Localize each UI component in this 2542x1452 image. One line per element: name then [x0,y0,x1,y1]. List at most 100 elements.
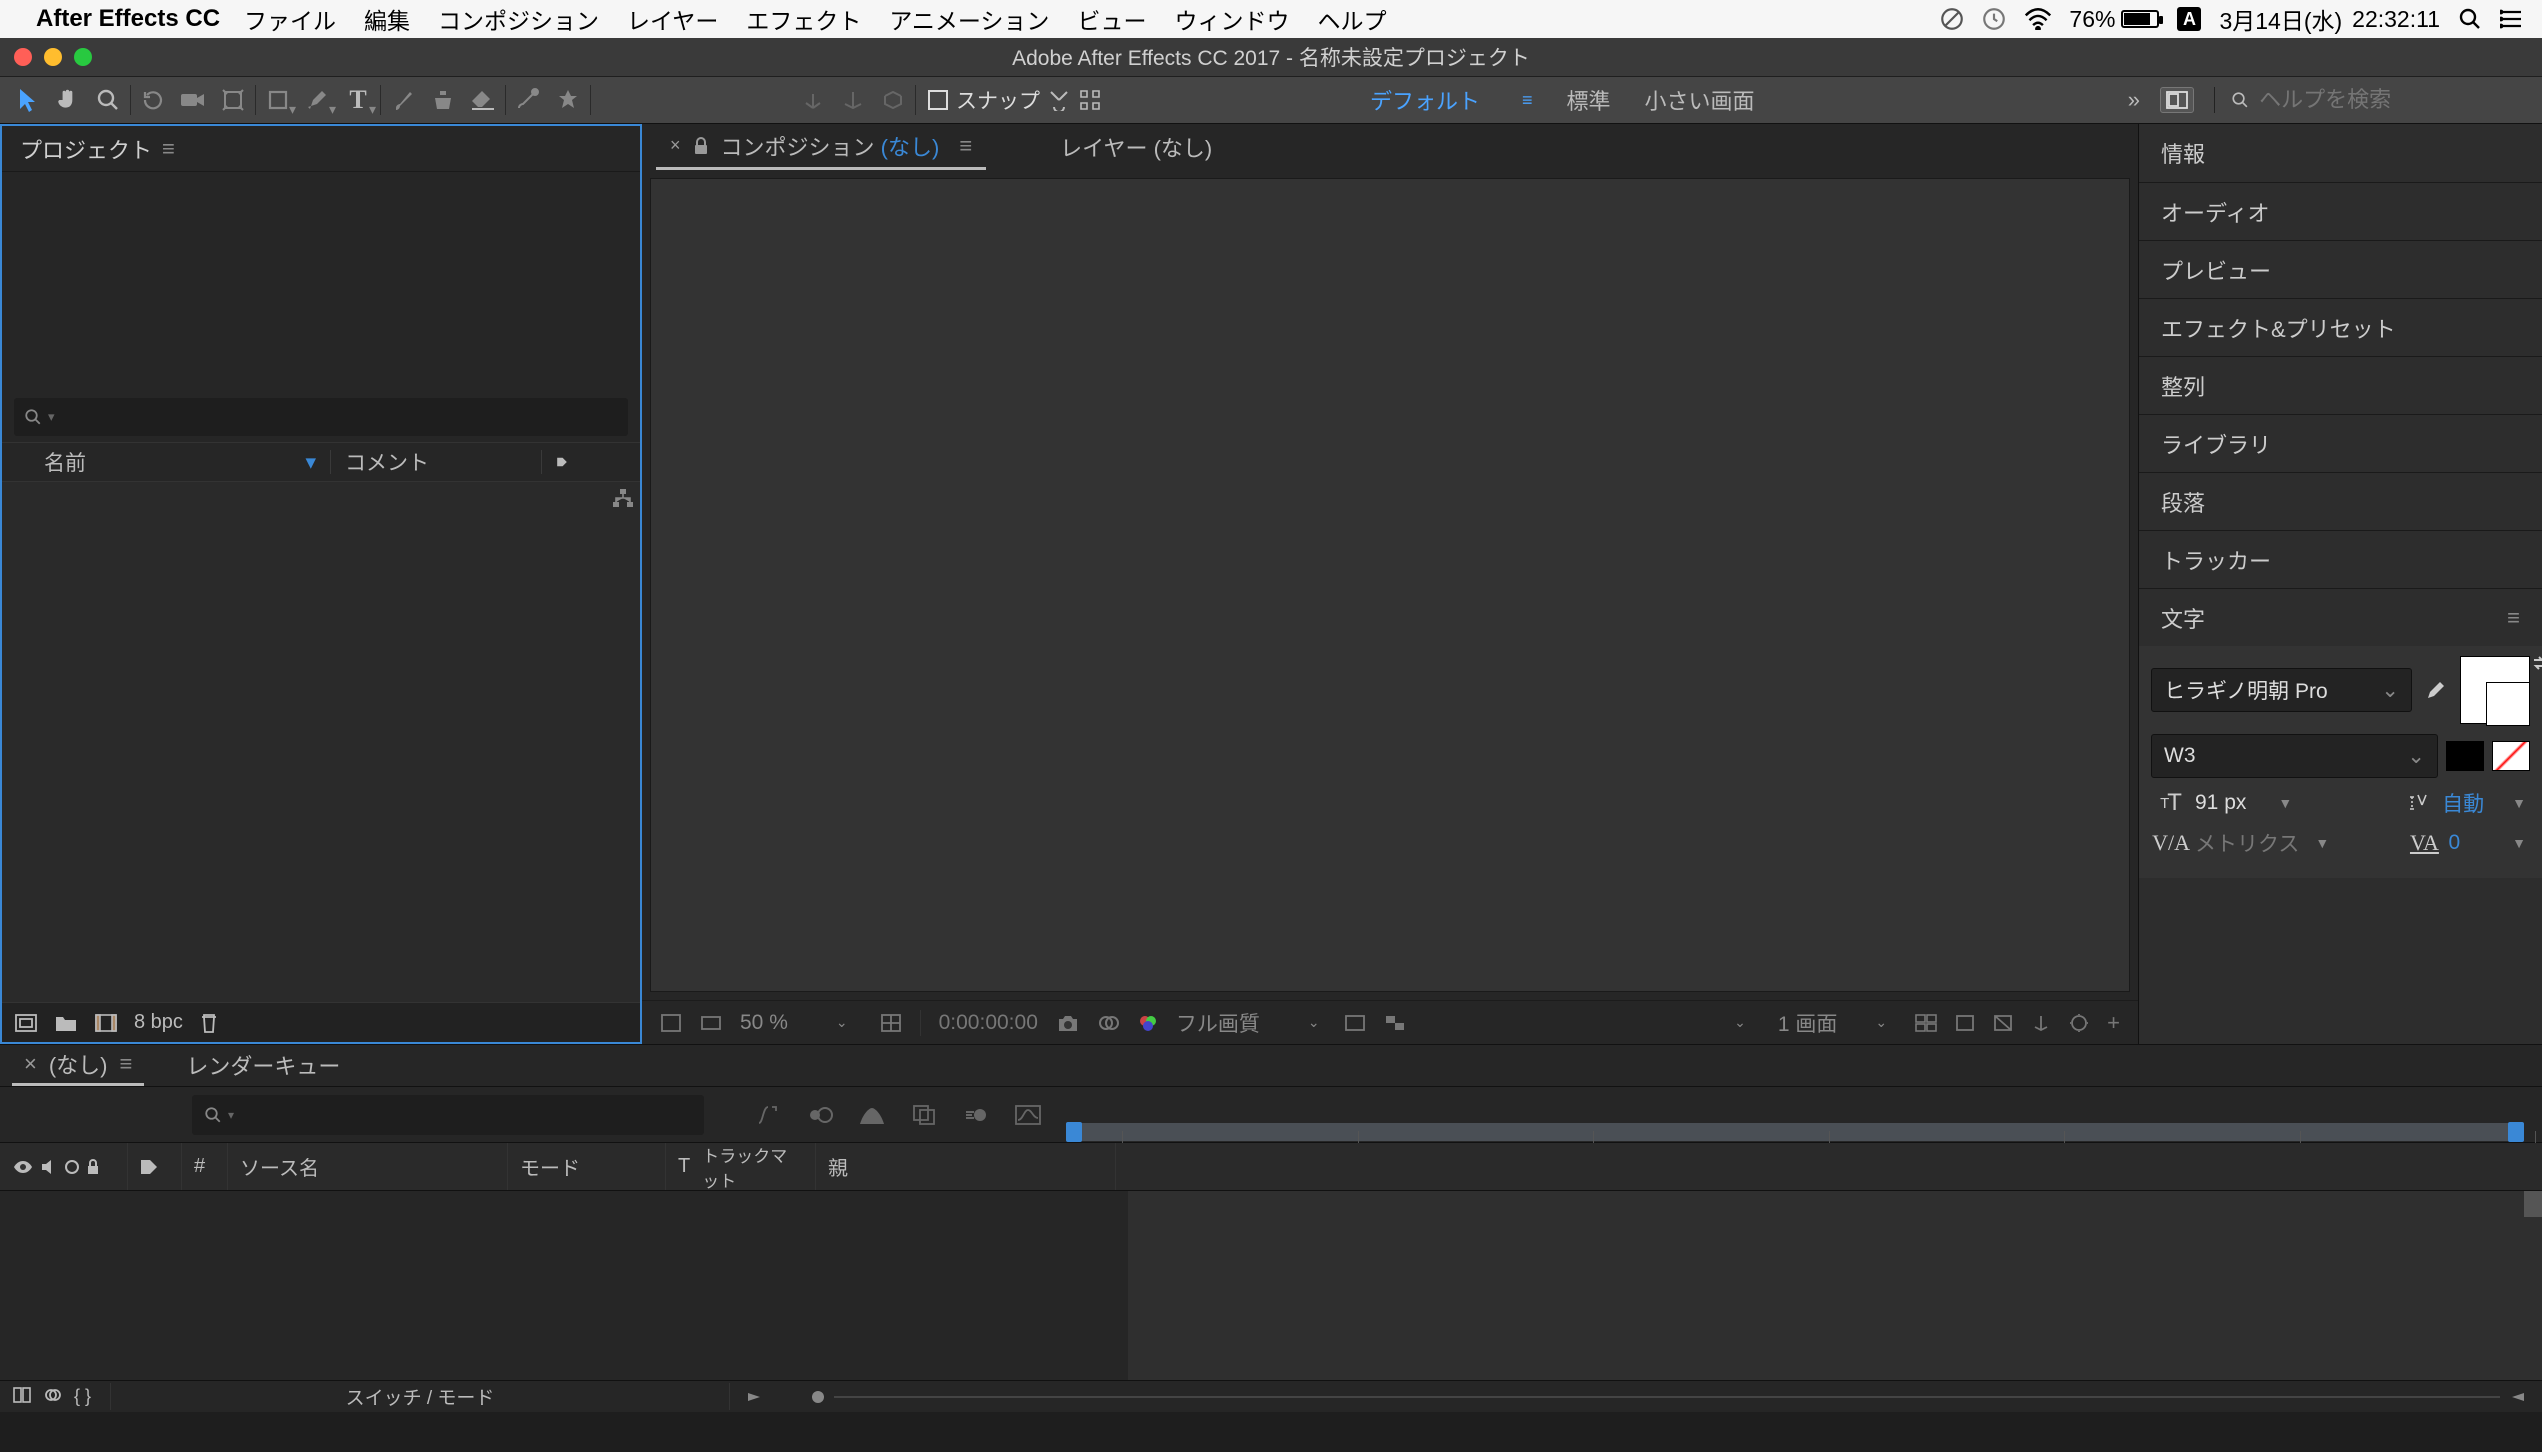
index-column[interactable]: # [182,1143,228,1190]
input-source-icon[interactable]: A [2177,7,2201,31]
mask-icon[interactable] [1993,1014,2013,1032]
panel-menu-icon[interactable]: ≡ [120,1051,133,1077]
composition-canvas[interactable] [650,178,2130,992]
panel-menu-icon[interactable]: ≡ [959,133,972,159]
comp-zoom[interactable]: 50 % [740,1011,788,1035]
panel-library[interactable]: ライブラリ [2139,414,2542,472]
timeline-comp-tab[interactable]: × (なし) ≡ [12,1045,144,1086]
panel-reset-icon[interactable] [2160,87,2194,113]
font-size-value[interactable]: 91 px [2195,791,2246,815]
menu-composition[interactable]: コンポジション [438,2,599,36]
quality-dropdown-icon[interactable]: ⌄ [1308,1014,1320,1031]
panel-tracker[interactable]: トラッカー [2139,530,2542,588]
lock-icon[interactable] [693,137,709,155]
parent-column[interactable]: 親 [816,1143,1116,1190]
battery-icon[interactable] [2121,10,2159,28]
project-search[interactable]: ▾ [14,398,628,436]
comp-time[interactable]: 0:00:00:00 [939,1011,1038,1035]
panel-preview[interactable]: プレビュー [2139,240,2542,298]
font-size-dropdown-icon[interactable]: ▼ [2278,795,2292,811]
shape-tool[interactable]: ▾ [258,80,298,120]
local-axis-icon[interactable] [793,80,833,120]
column-comment[interactable]: コメント [331,447,541,477]
mode-column[interactable]: モード [508,1143,666,1190]
panel-audio[interactable]: オーディオ [2139,182,2542,240]
views-dropdown-icon[interactable]: ⌄ [1875,1014,1887,1031]
leading-dropdown-icon[interactable]: ▼ [2512,795,2526,811]
snapshot-icon[interactable] [1056,1013,1080,1033]
shy-icon[interactable] [852,1095,892,1135]
panel-info[interactable]: 情報 [2139,124,2542,182]
zoom-dropdown-icon[interactable]: ⌄ [836,1014,848,1031]
snap-toggle[interactable]: スナップ [928,85,1102,115]
cc-sync-icon[interactable] [1939,6,1965,32]
timeline-zoom-slider[interactable] [730,1391,2542,1403]
orbit-tool[interactable] [133,80,173,120]
column-label[interactable] [542,453,582,471]
transparency-grid-icon[interactable] [1384,1014,1406,1032]
workspace-standard[interactable]: 標準 [1567,84,1611,116]
menubar-time[interactable]: 22:32:11 [2352,6,2440,33]
view-dropdown-icon[interactable]: ⌄ [1734,1014,1746,1031]
pen-tool[interactable]: ▾ [298,80,338,120]
clone-stamp-tool[interactable] [423,80,463,120]
swap-colors-icon[interactable] [2530,654,2542,672]
channel-icon[interactable] [1138,1013,1158,1033]
graph-editor-icon[interactable] [1008,1095,1048,1135]
menu-window[interactable]: ウィンドウ [1174,2,1289,36]
eyedropper-icon[interactable] [2420,676,2452,704]
close-tab-icon[interactable]: × [24,1051,37,1077]
project-tab[interactable]: プロジェクト ≡ [2,126,193,171]
snap-bounds-icon[interactable] [1078,88,1102,112]
camera-tool[interactable] [173,80,213,120]
panel-menu-icon[interactable]: ≡ [162,136,175,162]
video-eye-icon[interactable] [12,1159,34,1175]
roi-icon[interactable] [1344,1014,1366,1032]
zoom-out-icon[interactable] [746,1391,762,1403]
notification-center-icon[interactable] [2500,8,2524,30]
menu-layer[interactable]: レイヤー [627,2,718,36]
workspace-default[interactable]: デフォルト [1370,84,1480,116]
magnification-icon[interactable] [700,1013,722,1033]
close-tab-icon[interactable]: × [670,135,681,156]
comp-mini-flowchart-icon[interactable] [748,1095,788,1135]
wifi-icon[interactable] [2023,8,2053,30]
panel-effects-presets[interactable]: エフェクト&プリセット [2139,298,2542,356]
toggle-in-out-icon[interactable]: { } [74,1386,91,1408]
toggle-switches-icon[interactable] [12,1386,32,1408]
hand-tool[interactable] [48,80,88,120]
menu-animation[interactable]: アニメーション [889,2,1049,36]
composition-tab[interactable]: × コンポジション (なし) ≡ [656,124,986,170]
tracking-dropdown-icon[interactable]: ▼ [2512,835,2526,851]
no-fill-icon[interactable] [2492,741,2530,771]
timeline-search[interactable]: ▾ [192,1095,704,1135]
help-search-input[interactable] [2259,87,2534,113]
view-axis-icon[interactable] [873,80,913,120]
brush-tool[interactable] [383,80,423,120]
toggle-modes-icon[interactable] [44,1386,62,1408]
delete-icon[interactable] [199,1012,219,1034]
panel-align[interactable]: 整列 [2139,356,2542,414]
menu-file[interactable]: ファイル [244,2,336,36]
comp-quality[interactable]: フル画質 [1176,1008,1260,1038]
bpc-button[interactable]: 8 bpc [134,1011,183,1034]
pan-behind-tool[interactable] [213,80,253,120]
workspace-small[interactable]: 小さい画面 [1645,84,1755,116]
panel-paragraph[interactable]: 段落 [2139,472,2542,530]
workspace-menu-icon[interactable]: ≡ [1522,90,1533,111]
layer-tab[interactable]: レイヤー (なし) [1046,124,1226,170]
fill-stroke-swatch[interactable] [2460,656,2530,724]
workspace-overflow-icon[interactable]: » [2128,87,2140,113]
kerning-value[interactable]: メトリクス [2195,828,2299,858]
menubar-app-name[interactable]: After Effects CC [36,5,220,33]
draft-3d-icon[interactable] [800,1095,840,1135]
puppet-tool[interactable] [548,80,588,120]
help-search[interactable] [2214,87,2534,113]
timeline-time-area[interactable] [1128,1191,2542,1380]
world-axis-icon[interactable] [833,80,873,120]
comp-views[interactable]: 1 画面 [1778,1008,1838,1038]
audio-speaker-icon[interactable] [40,1158,58,1176]
flowchart-icon[interactable] [612,488,634,508]
timeline-scrollbar-up[interactable] [2524,1191,2542,1217]
menu-view[interactable]: ビュー [1077,2,1146,36]
